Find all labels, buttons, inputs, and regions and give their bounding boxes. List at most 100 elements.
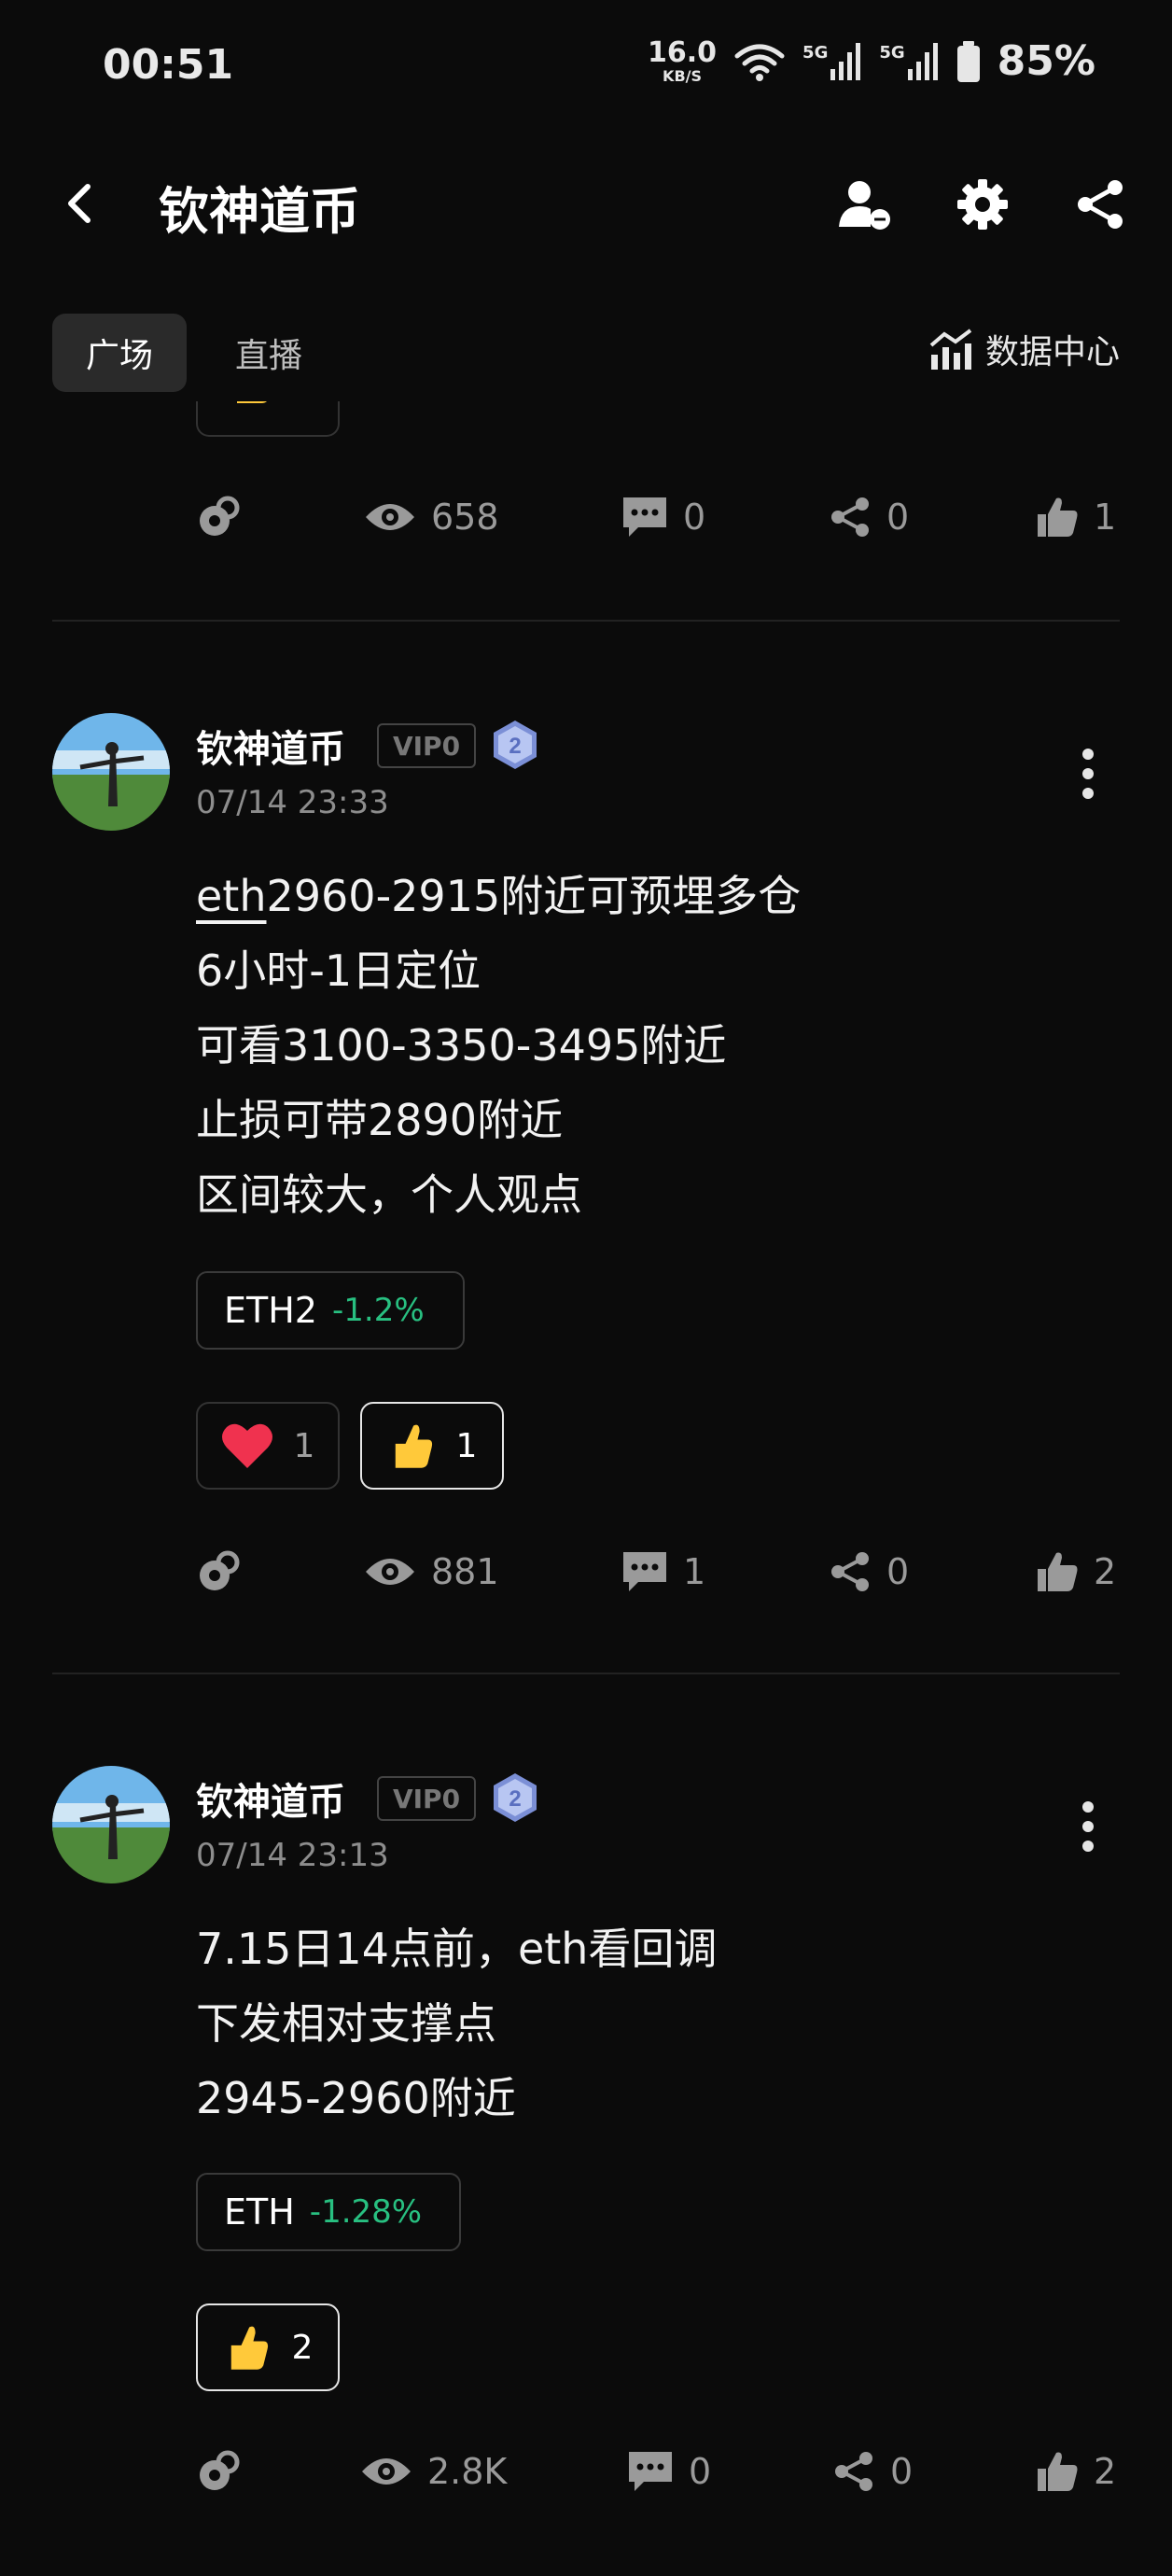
tab-bar: 广场 直播 数据中心 bbox=[0, 308, 1172, 401]
likes-count: 1 bbox=[1094, 497, 1117, 538]
more-options-button[interactable] bbox=[1069, 741, 1107, 806]
views-count: 2.8K bbox=[427, 2451, 508, 2492]
post-stats-row: 2.8K 0 0 2 bbox=[196, 2443, 1120, 2499]
content-line-text: 2960-2915附近可预埋多仓 bbox=[266, 871, 802, 921]
share-post-button[interactable]: 0 bbox=[829, 496, 909, 539]
ticker-symbol: ETH2 bbox=[224, 1290, 317, 1331]
likes-count: 2 bbox=[1094, 1551, 1117, 1592]
comments-button[interactable]: 1 bbox=[621, 1550, 705, 1593]
back-button[interactable] bbox=[52, 175, 108, 231]
reaction-heart[interactable]: 1 bbox=[196, 1402, 340, 1490]
views-stat: 658 bbox=[364, 497, 499, 538]
ticker-change: -1.28% bbox=[309, 2193, 423, 2231]
user-icon bbox=[839, 181, 890, 230]
page-title: 钦神道币 bbox=[159, 182, 360, 241]
signal-5g-label-2: 5G bbox=[879, 42, 905, 63]
comments-count: 0 bbox=[689, 2451, 712, 2492]
repost-button[interactable] bbox=[196, 495, 241, 539]
content-line: 止损可带2890附近 bbox=[196, 1095, 564, 1145]
shares-count: 0 bbox=[886, 497, 910, 538]
status-bar: 00:51 16.0 KB/S 5G 5G 85% bbox=[0, 0, 1172, 131]
repost-button[interactable] bbox=[196, 1549, 241, 1594]
views-stat: 2.8K bbox=[360, 2451, 507, 2492]
status-icons: 16.0 KB/S 5G 5G 85% bbox=[648, 37, 1095, 85]
level-badge-icon: 2 bbox=[494, 721, 537, 769]
tab-live-label: 直播 bbox=[235, 337, 303, 375]
comments-count: 1 bbox=[683, 1551, 706, 1592]
share-icon bbox=[831, 1552, 869, 1591]
comments-button[interactable]: 0 bbox=[621, 496, 705, 539]
reaction-count: 2 bbox=[291, 2328, 314, 2367]
reaction-thumbs-up[interactable]: 1 bbox=[360, 1402, 504, 1490]
battery-percent: 85% bbox=[997, 37, 1095, 85]
like-button[interactable]: 2 bbox=[1036, 1550, 1116, 1593]
reaction-thumbs-up[interactable]: 2 bbox=[196, 2303, 340, 2391]
vip-badge: VIP0 bbox=[377, 1776, 476, 1821]
vip-badge: VIP0 bbox=[377, 723, 476, 768]
content-line: 区间较大，个人观点 bbox=[196, 1169, 582, 1220]
signal-bars-icon-2 bbox=[907, 42, 938, 80]
content-line: 2945-2960附近 bbox=[196, 2073, 516, 2123]
repost-icon bbox=[200, 1550, 240, 1590]
hashtag-link[interactable]: eth bbox=[196, 871, 267, 921]
avatar-image bbox=[52, 713, 170, 831]
comments-count: 0 bbox=[683, 497, 706, 538]
content-line: eth2960-2915附近可预埋多仓 bbox=[196, 859, 801, 933]
wifi-icon bbox=[734, 44, 785, 81]
views-count: 658 bbox=[431, 497, 499, 538]
network-speed-value: 16.0 bbox=[648, 35, 718, 69]
heart-emoji-icon bbox=[221, 1423, 272, 1468]
settings-button[interactable] bbox=[950, 172, 1015, 237]
signal-5g-label: 5G bbox=[802, 42, 829, 63]
avatar-image bbox=[52, 1766, 170, 1883]
thumbs-up-emoji-icon bbox=[395, 1424, 432, 1468]
back-icon bbox=[68, 184, 91, 223]
signal-5g-1: 5G bbox=[802, 42, 862, 80]
thumbs-up-icon bbox=[1038, 2452, 1078, 2491]
share-post-button[interactable]: 0 bbox=[829, 1550, 909, 1593]
like-button[interactable]: 1 bbox=[1036, 496, 1116, 539]
eye-icon bbox=[366, 1559, 414, 1585]
shares-count: 0 bbox=[890, 2451, 914, 2492]
like-button[interactable]: 2 bbox=[1036, 2450, 1116, 2493]
user-profile-button[interactable] bbox=[832, 172, 898, 237]
reaction-count: 1 bbox=[455, 1426, 478, 1465]
post-content: eth2960-2915附近可预埋多仓 6小时-1日定位 可看3100-3350… bbox=[196, 859, 801, 1232]
tab-live[interactable]: 直播 bbox=[202, 314, 336, 392]
network-speed-unit: KB/S bbox=[663, 66, 703, 85]
share-icon bbox=[831, 497, 869, 537]
ticker-change: -1.2% bbox=[331, 1292, 425, 1329]
eye-icon bbox=[362, 2458, 411, 2485]
comments-button[interactable]: 0 bbox=[627, 2450, 711, 2493]
share-post-button[interactable]: 0 bbox=[832, 2450, 913, 2493]
thumbs-up-icon bbox=[1038, 497, 1078, 537]
post-timestamp: 07/14 23:13 bbox=[196, 1837, 389, 1874]
thumbs-up-icon bbox=[1038, 1552, 1078, 1591]
author-name[interactable]: 钦神道币 bbox=[196, 1771, 345, 1826]
avatar[interactable] bbox=[52, 713, 170, 831]
status-time: 00:51 bbox=[103, 41, 234, 89]
data-center-label: 数据中心 bbox=[984, 333, 1120, 371]
ticker-symbol: ETH bbox=[224, 2191, 295, 2233]
content-line: 6小时-1日定位 bbox=[196, 945, 481, 996]
repost-button[interactable] bbox=[196, 2449, 241, 2494]
post-timestamp: 07/14 23:33 bbox=[196, 784, 389, 821]
more-options-button[interactable] bbox=[1069, 1794, 1107, 1859]
tab-square[interactable]: 广场 bbox=[52, 314, 188, 392]
eye-icon bbox=[366, 504, 414, 530]
network-speed: 16.0 KB/S bbox=[648, 35, 718, 85]
likes-count: 2 bbox=[1094, 2451, 1117, 2492]
comment-icon bbox=[629, 2452, 672, 2491]
thumbs-up-emoji-icon bbox=[230, 2326, 268, 2370]
shares-count: 0 bbox=[886, 1551, 910, 1592]
data-center-button[interactable]: 数据中心 bbox=[928, 325, 1120, 373]
ticker-chip[interactable]: ETH2 -1.2% bbox=[196, 1271, 465, 1350]
reaction-count: 1 bbox=[293, 1426, 315, 1465]
share-page-button[interactable] bbox=[1067, 172, 1133, 237]
post-stats-row: 881 1 0 2 bbox=[196, 1544, 1120, 1600]
avatar[interactable] bbox=[52, 1766, 170, 1883]
signal-bars-icon bbox=[830, 42, 861, 80]
signal-5g-2: 5G bbox=[879, 42, 939, 80]
ticker-chip[interactable]: ETH -1.28% bbox=[196, 2173, 461, 2251]
author-name[interactable]: 钦神道币 bbox=[196, 719, 345, 773]
